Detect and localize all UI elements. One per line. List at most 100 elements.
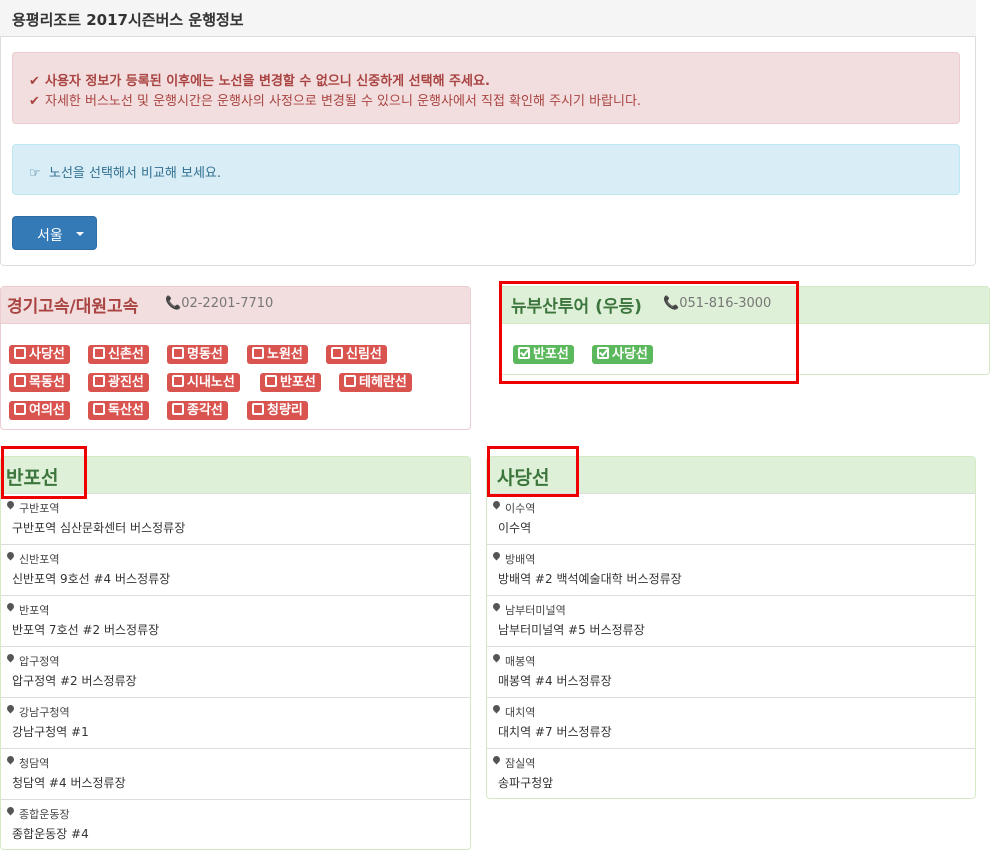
checkbox-icon — [344, 375, 356, 387]
map-marker-icon — [5, 601, 16, 612]
route-tag[interactable]: 사당선 — [9, 345, 70, 364]
stop-name: 남부터미널역 — [505, 604, 566, 617]
map-marker-icon — [491, 601, 502, 612]
route-tag[interactable]: 독산선 — [88, 401, 149, 420]
checkbox-icon — [93, 375, 105, 387]
checkbox-icon — [172, 347, 184, 359]
hand-pointer-icon: ☞ — [29, 166, 41, 181]
stop-detail: 압구정역 #2 버스정류장 — [12, 674, 137, 688]
stop-detail: 강남구청역 #1 — [12, 725, 89, 739]
stop-item[interactable]: 구반포역구반포역 심산문화센터 버스정류장 — [1, 493, 470, 545]
stop-item[interactable]: 매봉역매봉역 #4 버스정류장 — [487, 646, 975, 698]
stop-item[interactable]: 대치역대치역 #7 버스정류장 — [487, 697, 975, 749]
warning-alert: ✔ 사용자 정보가 등록된 이후에는 노선을 변경할 수 없으니 신중하게 선택해… — [12, 52, 960, 124]
map-marker-icon — [5, 550, 16, 561]
stop-item[interactable]: 잠실역송파구청앞 — [487, 748, 975, 800]
stop-name: 구반포역 — [19, 502, 60, 515]
phone-icon: 📞 — [165, 296, 182, 311]
stop-item[interactable]: 강남구청역강남구청역 #1 — [1, 697, 470, 749]
route-tag[interactable]: 신촌선 — [88, 345, 149, 364]
company-name: 경기고속/대원고속 — [7, 297, 139, 317]
top-panel — [0, 0, 976, 266]
route-tag-label: 테헤란선 — [359, 375, 407, 390]
stop-name: 강남구청역 — [19, 706, 70, 719]
map-marker-icon — [5, 703, 16, 714]
stop-detail: 반포역 7호선 #2 버스정류장 — [12, 623, 160, 637]
map-marker-icon — [491, 754, 502, 765]
stop-item[interactable]: 반포역반포역 7호선 #2 버스정류장 — [1, 595, 470, 647]
region-dropdown-button[interactable]: 서울 — [12, 216, 97, 250]
map-marker-icon — [5, 499, 16, 510]
route-tag-label: 신림선 — [346, 347, 382, 362]
stop-item[interactable]: 남부터미널역남부터미널역 #5 버스정류장 — [487, 595, 975, 647]
stop-item[interactable]: 이수역 이수역 — [487, 493, 975, 545]
stop-name: 이수역 — [505, 502, 536, 515]
highlight-box — [499, 281, 799, 384]
stop-detail: 대치역 #7 버스정류장 — [498, 725, 612, 739]
route-tag[interactable]: 노원선 — [247, 345, 308, 364]
stop-name: 신반포역 — [19, 553, 60, 566]
stop-detail: 청담역 #4 버스정류장 — [12, 776, 126, 790]
stop-name: 매봉역 — [505, 655, 536, 668]
route-tag-label: 노원선 — [267, 347, 303, 362]
route-tag[interactable]: 광진선 — [88, 373, 149, 392]
warning-line-2: ✔ 자세한 버스노선 및 운행시간은 운행사의 사정으로 변경될 수 있으니 운행… — [29, 90, 641, 109]
stop-item[interactable]: 신반포역신반포역 9호선 #4 버스정류장 — [1, 544, 470, 596]
warning-text-2: 자세한 버스노선 및 운행시간은 운행사의 사정으로 변경될 수 있으니 운행사… — [45, 94, 642, 109]
checkbox-icon — [14, 347, 26, 359]
caret-down-icon — [76, 232, 84, 236]
route-tag[interactable]: 시내노선 — [167, 373, 240, 392]
route-tag-label: 사당선 — [29, 347, 65, 362]
phone-number: 02-2201-7710 — [181, 296, 274, 311]
route-tag-label: 반포선 — [280, 375, 316, 390]
route-tag[interactable]: 테헤란선 — [339, 373, 412, 392]
company-phone: 📞02-2201-7710 — [165, 296, 273, 311]
route-tag-label: 광진선 — [108, 375, 144, 390]
route-tag-label: 청량리 — [267, 403, 303, 418]
checkbox-icon — [14, 375, 26, 387]
highlight-box — [1, 446, 87, 499]
stop-detail: 신반포역 9호선 #4 버스정류장 — [12, 572, 171, 586]
route-tag-label: 여의선 — [29, 403, 65, 418]
stop-name: 종합운동장 — [19, 808, 70, 821]
check-icon: ✔ — [29, 74, 40, 89]
checkbox-icon — [93, 347, 105, 359]
highlight-box — [487, 446, 579, 497]
route-tag[interactable]: 여의선 — [9, 401, 70, 420]
stop-item[interactable]: 방배역 방배역 #2 백석예술대학 버스정류장 — [487, 544, 975, 596]
stop-name: 대치역 — [505, 706, 536, 719]
checkbox-icon — [172, 403, 184, 415]
route-tag-label: 독산선 — [108, 403, 144, 418]
stop-item[interactable]: 종합운동장 종합운동장 #4 — [1, 799, 470, 851]
company-panel-gyeonggi: 경기고속/대원고속 📞02-2201-7710 사당선 신촌선 명동선 노원선 … — [0, 286, 471, 430]
route-tag[interactable]: 종각선 — [167, 401, 228, 420]
map-marker-icon — [491, 703, 502, 714]
route-tag[interactable]: 명동선 — [167, 345, 228, 364]
map-marker-icon — [491, 652, 502, 663]
stop-name: 압구정역 — [19, 655, 60, 668]
route-tag[interactable]: 목동선 — [9, 373, 70, 392]
stop-name: 반포역 — [19, 604, 50, 617]
stop-detail: 송파구청앞 — [498, 776, 554, 790]
route-tag-label: 명동선 — [187, 347, 223, 362]
checkbox-icon — [252, 347, 264, 359]
map-marker-icon — [5, 754, 16, 765]
map-marker-icon — [5, 805, 16, 816]
warning-text-1: 사용자 정보가 등록된 이후에는 노선을 변경할 수 없으니 신중하게 선택해 … — [45, 74, 490, 89]
stop-name: 청담역 — [19, 757, 50, 770]
warning-line-1: ✔ 사용자 정보가 등록된 이후에는 노선을 변경할 수 없으니 신중하게 선택해… — [29, 70, 490, 89]
stop-detail: 남부터미널역 #5 버스정류장 — [498, 623, 645, 637]
stop-item[interactable]: 청담역청담역 #4 버스정류장 — [1, 748, 470, 800]
route-tag[interactable]: 신림선 — [326, 345, 387, 364]
stop-item[interactable]: 압구정역압구정역 #2 버스정류장 — [1, 646, 470, 698]
route-tag[interactable]: 청량리 — [247, 401, 308, 420]
stop-name: 잠실역 — [505, 757, 536, 770]
checkbox-icon — [93, 403, 105, 415]
stop-detail: 이수역 — [498, 521, 532, 535]
route-tag[interactable]: 반포선 — [260, 373, 321, 392]
info-line: ☞ 노선을 선택해서 비교해 보세요. — [29, 162, 221, 181]
stop-detail: 매봉역 #4 버스정류장 — [498, 674, 612, 688]
stop-name: 방배역 — [505, 553, 536, 566]
checkbox-icon — [265, 375, 277, 387]
stop-detail: 구반포역 심산문화센터 버스정류장 — [12, 521, 186, 535]
